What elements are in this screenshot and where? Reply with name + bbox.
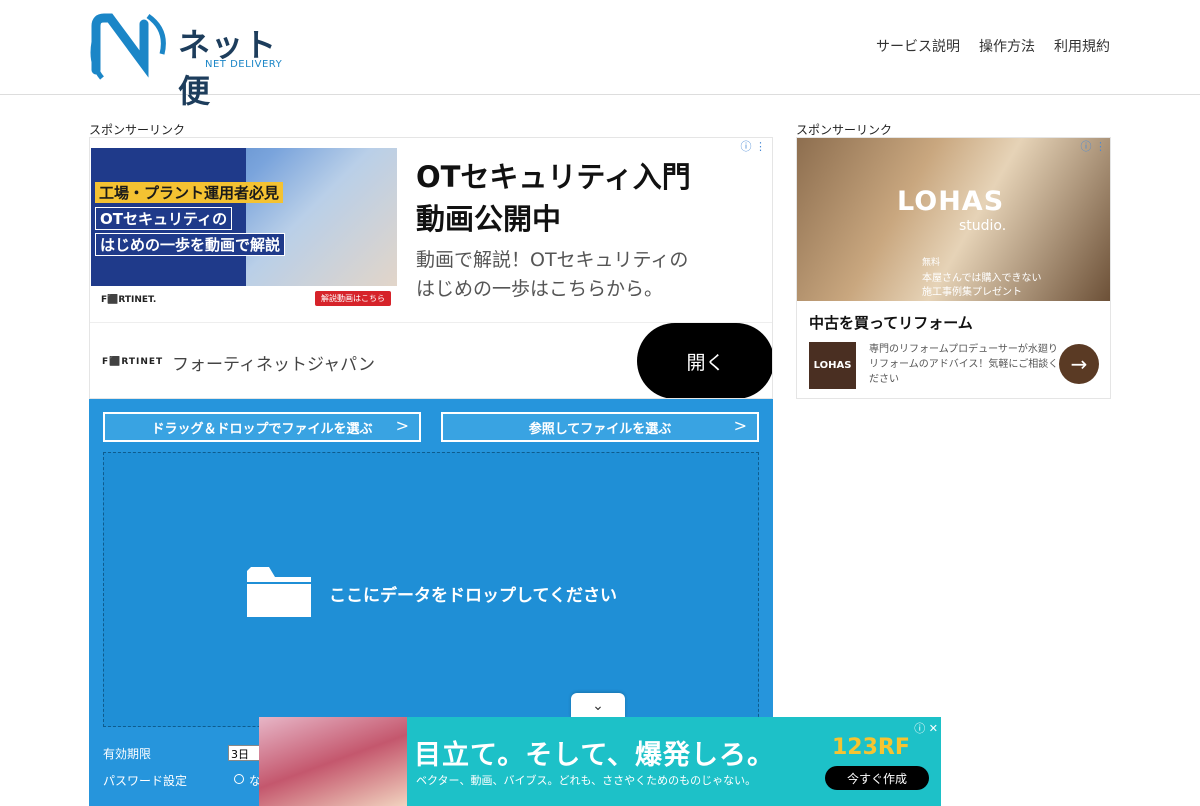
- main-ad[interactable]: 工場・プラント運用者必見 OTセキュリティの はじめの一歩を動画で解説 F⬛RT…: [89, 137, 773, 399]
- ad-tag: はじめの一歩を動画で解説: [95, 233, 286, 256]
- ad-image-footer: F⬛RTINET. 解説動画はこちら: [91, 286, 397, 310]
- bottom-ad-headline: 目立て。そして、爆発しろ。: [414, 740, 776, 771]
- browse-button[interactable]: 参照してファイルを選ぶ >: [441, 412, 759, 442]
- side-img-sub: 本屋さんでは購入できない: [922, 273, 1042, 284]
- drag-drop-button[interactable]: ドラッグ＆ドロップでファイルを選ぶ >: [103, 412, 421, 442]
- ad-image-cta[interactable]: 解説動画はこちら: [315, 291, 391, 306]
- arrow-right-icon[interactable]: →: [1059, 344, 1099, 384]
- logo[interactable]: ネット便 NET DELIVERY: [88, 12, 308, 110]
- folder-icon: [247, 567, 313, 617]
- ad-brand-row: F⬛RTINET フォーティネットジャパン 開く: [90, 322, 772, 398]
- ad-desc-line: 動画で解説！OTセキュリティの: [416, 249, 689, 271]
- side-ad-desc: 専門のリフォームプロデューサーが水廻りリフォームのアドバイス！気軽にご相談くださ…: [869, 344, 1059, 385]
- side-ad[interactable]: LOHAS studio. 無料 本屋さんでは購入できない 施工事例集プレゼント…: [796, 137, 1111, 399]
- ad-title-line: 動画公開中: [416, 202, 562, 236]
- open-button[interactable]: 開く: [637, 323, 772, 398]
- chevron-right-icon: >: [395, 416, 409, 435]
- nav-service[interactable]: サービス説明: [876, 36, 960, 56]
- open-button-label: 開く: [686, 351, 725, 374]
- logo-n-icon: [90, 13, 166, 80]
- ad-info-icon[interactable]: ⓘ ⋮: [1081, 138, 1107, 154]
- lohas-logo-text: LOHAS: [897, 186, 1005, 217]
- bottom-ad-cta-label: 今すぐ作成: [846, 771, 907, 786]
- ad-tag: OTセキュリティの: [95, 207, 233, 230]
- main-nav: サービス説明 操作方法 利用規約: [876, 36, 1110, 56]
- site-header: ネット便 NET DELIVERY サービス説明 操作方法 利用規約: [0, 0, 1200, 110]
- ad-image[interactable]: 工場・プラント運用者必見 OTセキュリティの はじめの一歩を動画で解説 F⬛RT…: [91, 148, 397, 310]
- chevron-down-icon[interactable]: ⌄: [571, 693, 625, 718]
- ad-tag: 工場・プラント運用者必見: [95, 182, 284, 203]
- ad-title[interactable]: OTセキュリティ入門 動画公開中: [416, 156, 691, 240]
- bottom-ad-cta[interactable]: 今すぐ作成: [825, 766, 929, 790]
- ad-desc-line: はじめの一歩はこちらから。: [416, 278, 664, 300]
- password-radio[interactable]: [234, 774, 244, 784]
- sponsor-label-side: スポンサーリンク: [796, 123, 893, 137]
- drop-text: ここにデータをドロップしてください: [329, 586, 617, 606]
- password-label: パスワード設定: [103, 774, 188, 788]
- nav-terms[interactable]: 利用規約: [1054, 36, 1110, 56]
- drop-zone[interactable]: ここにデータをドロップしてください: [103, 452, 759, 727]
- expire-label: 有効期限: [103, 747, 152, 761]
- fortinet-logo: F⬛RTINET.: [101, 295, 157, 305]
- ad-title-line: OTセキュリティ入門: [416, 160, 691, 194]
- bottom-ad-subline: ベクター、動画、バイブス。どれも、ささやくためのものじゃない。: [416, 774, 757, 787]
- side-ad-title[interactable]: 中古を買ってリフォーム: [809, 312, 973, 333]
- side-img-sub: 無料: [922, 258, 941, 268]
- ad-info-icon[interactable]: ⓘ ⋮: [741, 138, 767, 154]
- side-ad-image[interactable]: LOHAS studio. 無料 本屋さんでは購入できない 施工事例集プレゼント: [797, 138, 1110, 301]
- ad-description: 動画で解説！OTセキュリティの はじめの一歩はこちらから。: [416, 246, 688, 304]
- ad-info-icon[interactable]: ⓘ ✕: [914, 720, 938, 736]
- lohas-studio-text: studio.: [959, 218, 1007, 234]
- bottom-ad-photo: [259, 717, 407, 806]
- chevron-right-icon: >: [733, 416, 747, 435]
- logo-subtitle: NET DELIVERY: [205, 59, 283, 70]
- sponsor-label: スポンサーリンク: [89, 123, 186, 137]
- bottom-ad[interactable]: 目立て。そして、爆発しろ。 ベクター、動画、バイブス。どれも、ささやくためのもの…: [259, 717, 941, 806]
- side-ad-logo: LOHAS: [809, 342, 856, 389]
- brand-logo: F⬛RTINET: [102, 357, 164, 367]
- brand-name: フォーティネットジャパン: [172, 355, 375, 375]
- drag-drop-label: ドラッグ＆ドロップでファイルを選ぶ: [151, 421, 373, 437]
- side-img-sub: 施工事例集プレゼント: [922, 287, 1022, 298]
- browse-label: 参照してファイルを選ぶ: [528, 421, 672, 437]
- nav-howto[interactable]: 操作方法: [979, 36, 1035, 56]
- bottom-ad-brand: 123RF: [832, 735, 910, 760]
